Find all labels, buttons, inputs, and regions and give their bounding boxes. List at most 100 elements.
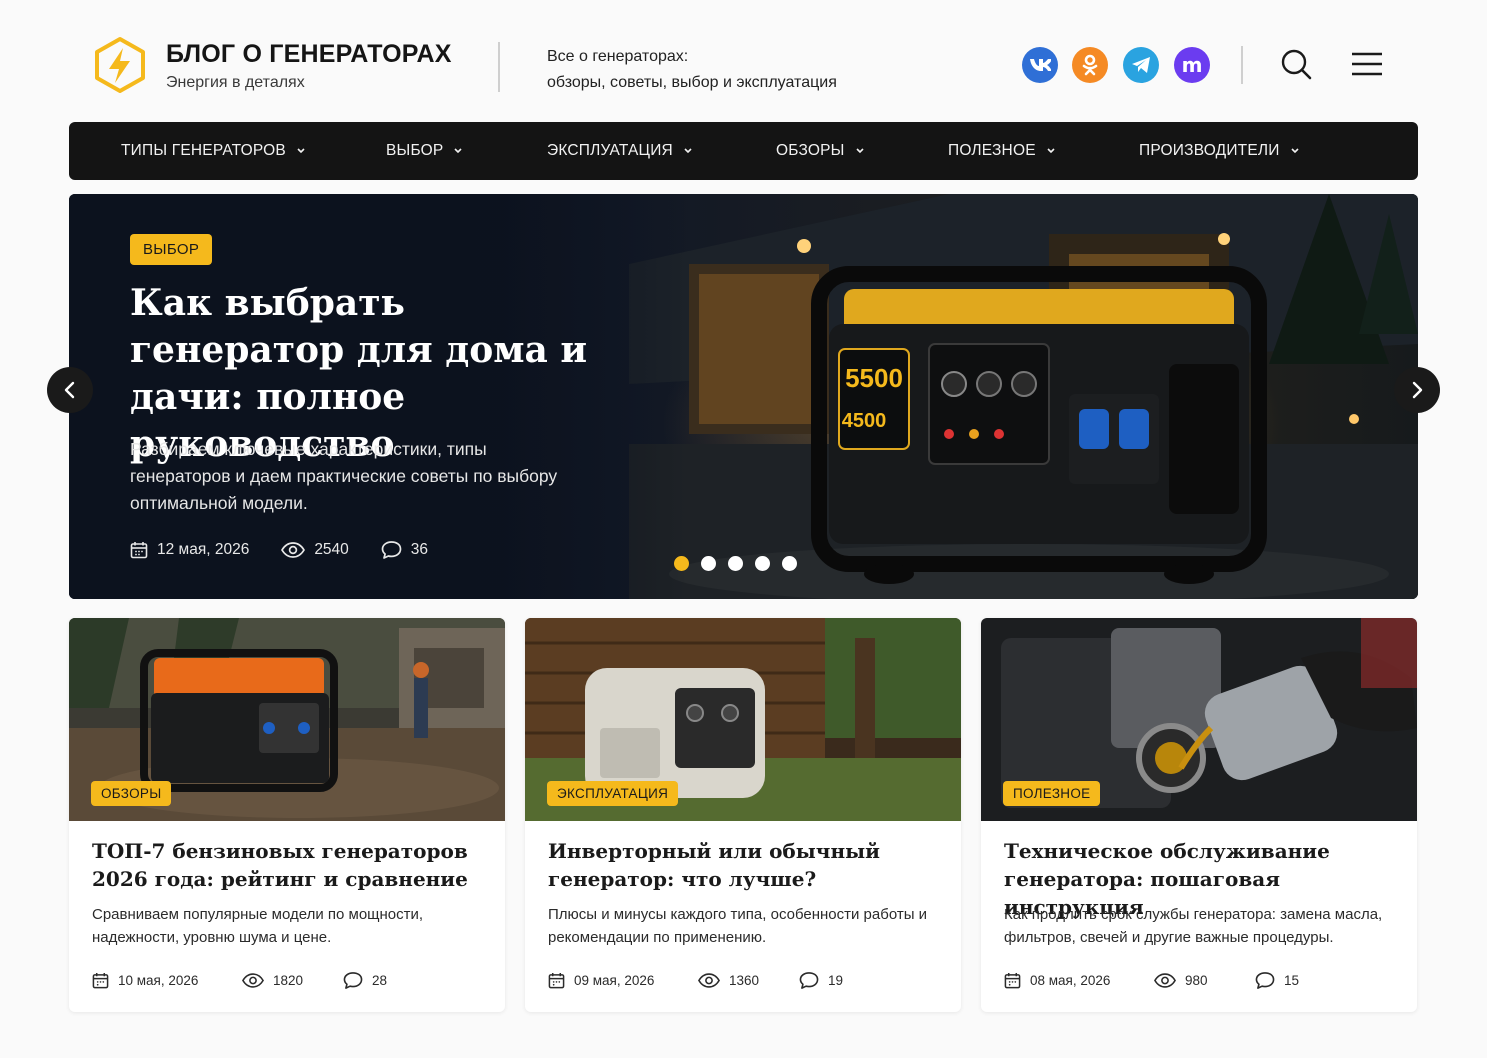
- card-description: Как продлить срок службы генератора: зам…: [1004, 906, 1383, 946]
- card-comments-count: 15: [1284, 973, 1300, 988]
- hero-category-badge[interactable]: ВЫБОР: [130, 234, 213, 265]
- odnoklassniki-social-button[interactable]: ok: [1072, 47, 1108, 83]
- slider-dot-1[interactable]: [674, 556, 689, 571]
- card-views: 1360: [698, 973, 799, 988]
- main-navigation: ТИПЫ ГЕНЕРАТОРОВ ВЫБОР ЭКСПЛУАТАЦИЯ ОБЗО…: [69, 122, 1418, 180]
- telegram-icon: [1132, 57, 1150, 73]
- card-description: Сравниваем популярные модели по мощности…: [92, 906, 424, 946]
- nav-item-label: ПОЛЕЗНОЕ: [948, 142, 1036, 159]
- card-meta: 08 мая, 2026 980 15: [1004, 971, 1299, 990]
- hero-slider: 5500 4500 ВЫБОР Как выбрать генератор дл…: [69, 194, 1418, 599]
- nav-item-generator-types[interactable]: ТИПЫ ГЕНЕРАТОРОВ: [121, 122, 306, 180]
- card-views-count: 1820: [273, 973, 304, 988]
- chevron-down-icon: [297, 148, 305, 154]
- eye-icon: [242, 973, 264, 988]
- nav-item-label: ПРОИЗВОДИТЕЛИ: [1139, 142, 1280, 159]
- slider-dot-3[interactable]: [728, 556, 743, 571]
- slider-next-button[interactable]: [1394, 367, 1440, 413]
- max-social-button[interactable]: m: [1174, 47, 1210, 83]
- tagline-line-1: Все о генераторах:: [547, 48, 689, 65]
- hero-views-count: 2540: [314, 541, 349, 558]
- slider-dot-4[interactable]: [755, 556, 770, 571]
- chevron-down-icon: [454, 148, 463, 154]
- hero-meta: 12 мая, 2026 2540 36: [130, 540, 460, 560]
- card-title[interactable]: ТОП-7 бензиновых генераторов 2026 года: …: [92, 837, 492, 893]
- article-card[interactable]: ЭКСПЛУАТАЦИЯ Инверторный или обычный ген…: [525, 618, 961, 1012]
- comment-icon: [1255, 972, 1275, 989]
- nav-item-useful[interactable]: ПОЛЕЗНОЕ: [948, 122, 1056, 180]
- card-comments: 15: [1255, 971, 1299, 990]
- hero-image-text-4500: 4500: [842, 410, 887, 432]
- hero-comments-count: 36: [410, 541, 429, 558]
- slider-prev-button[interactable]: [47, 367, 93, 413]
- slider-dot-2[interactable]: [701, 556, 716, 571]
- article-card[interactable]: ОБЗОРЫ ТОП-7 бензиновых генераторов 2026…: [69, 618, 505, 1012]
- card-category-badge[interactable]: ПОЛЕЗНОЕ: [1003, 781, 1101, 806]
- hero-image-text-5500: 5500: [845, 363, 903, 393]
- comment-icon: [343, 972, 363, 989]
- card-date: 08 мая, 2026: [1004, 972, 1154, 989]
- card-views-count: 1360: [729, 973, 760, 988]
- nav-item-operation[interactable]: ЭКСПЛУАТАЦИЯ: [547, 122, 693, 180]
- article-card[interactable]: ПОЛЕЗНОЕ Техническое обслуживание генера…: [981, 618, 1417, 1012]
- nav-item-label: ЭКСПЛУАТАЦИЯ: [547, 142, 673, 159]
- chevron-down-icon: [684, 148, 692, 154]
- nav-item-reviews[interactable]: ОБЗОРЫ: [776, 122, 865, 180]
- card-date-text: 10 мая, 2026: [118, 973, 199, 988]
- calendar-icon: [130, 542, 148, 559]
- comment-icon: [381, 541, 402, 559]
- odnoklassniki-icon: [1082, 54, 1098, 76]
- card-meta: 10 мая, 2026 1820 28: [92, 971, 387, 990]
- nav-item-manufacturers[interactable]: ПРОИЗВОДИТЕЛИ: [1139, 122, 1300, 180]
- slider-dot-5[interactable]: [782, 556, 797, 571]
- header-divider: [498, 42, 500, 92]
- card-date-text: 09 мая, 2026: [574, 973, 655, 988]
- chevron-left-icon: [64, 381, 75, 399]
- slider-pagination: [674, 556, 809, 571]
- lightning-logo-icon[interactable]: [92, 36, 148, 94]
- eye-icon: [1154, 973, 1176, 988]
- card-views: 1820: [242, 973, 343, 988]
- hero-views: 2540: [281, 541, 349, 559]
- card-description: Плюсы и минусы каждого типа, особенности…: [548, 906, 928, 946]
- hero-description: Разбираем ключевые характеристики, типы …: [130, 439, 558, 513]
- logo-subtitle: Энергия в деталях: [166, 74, 305, 91]
- logo-title[interactable]: БЛОГ О ГЕНЕРАТОРАХ: [166, 40, 452, 69]
- nav-item-label: ТИПЫ ГЕНЕРАТОРОВ: [121, 142, 286, 159]
- card-category-badge[interactable]: ОБЗОРЫ: [91, 781, 172, 806]
- calendar-icon: [92, 972, 109, 989]
- card-views-count: 980: [1185, 973, 1208, 988]
- eye-icon: [698, 973, 720, 988]
- telegram-social-button[interactable]: tg: [1123, 47, 1159, 83]
- max-icon: m: [1181, 53, 1203, 77]
- card-comments: 19: [799, 971, 843, 990]
- hero-comments: 36: [381, 540, 428, 560]
- card-meta: 09 мая, 2026 1360 19: [548, 971, 843, 990]
- hero-date: 12 мая, 2026: [130, 541, 249, 559]
- chevron-down-icon: [1291, 148, 1299, 154]
- calendar-icon: [548, 972, 565, 989]
- card-views: 980: [1154, 973, 1255, 988]
- tagline-line-2: обзоры, советы, выбор и эксплуатация: [547, 74, 837, 91]
- header-tagline: Все о генераторах: обзоры, советы, выбор…: [547, 44, 837, 96]
- card-date-text: 08 мая, 2026: [1030, 973, 1111, 988]
- card-title[interactable]: Инверторный или обычный генератор: что л…: [548, 837, 948, 893]
- card-date: 10 мая, 2026: [92, 972, 242, 989]
- vk-social-button[interactable]: vk: [1022, 47, 1058, 83]
- site-header: БЛОГ О ГЕНЕРАТОРАХ Энергия в деталях Все…: [0, 0, 1487, 122]
- nav-item-label: ВЫБОР: [386, 142, 444, 159]
- card-category-badge[interactable]: ЭКСПЛУАТАЦИЯ: [547, 781, 679, 806]
- vk-icon: [1030, 59, 1051, 71]
- chevron-down-icon: [855, 148, 864, 154]
- nav-item-choice[interactable]: ВЫБОР: [386, 122, 463, 180]
- comment-icon: [799, 972, 819, 989]
- card-comments-count: 19: [828, 973, 844, 988]
- menu-hamburger-icon[interactable]: [1351, 48, 1383, 80]
- search-icon[interactable]: [1280, 48, 1312, 80]
- card-comments-count: 28: [372, 973, 388, 988]
- card-date: 09 мая, 2026: [548, 972, 698, 989]
- eye-icon: [281, 542, 306, 558]
- header-divider-right: [1241, 46, 1243, 84]
- hero-generator-image[interactable]: 5500 4500: [629, 194, 1418, 599]
- hero-date-text: 12 мая, 2026: [157, 541, 250, 558]
